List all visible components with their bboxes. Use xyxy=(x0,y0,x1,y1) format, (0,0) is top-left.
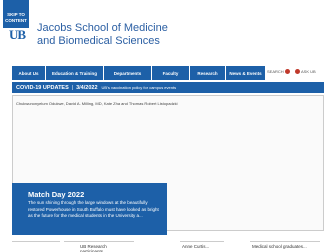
news-tile-research[interactable]: UB Research participants... xyxy=(78,241,134,252)
skip-label-1: SKIP TO xyxy=(7,12,25,17)
nav-news-events[interactable]: News & Events xyxy=(226,66,266,80)
nav-research[interactable]: Research xyxy=(190,66,226,80)
hero-caption: Chukwunonyelum Odukwe, David A. Milling,… xyxy=(16,101,178,106)
search-link[interactable]: SEARCH xyxy=(267,69,290,74)
ub-logo[interactable]: UB xyxy=(9,27,26,43)
ask-ub-icon xyxy=(295,69,300,74)
search-icon xyxy=(284,69,290,74)
skip-to-content-link[interactable]: SKIP TO CONTENT xyxy=(3,0,29,28)
alert-separator: | xyxy=(71,84,74,91)
school-name-line-2: and Biomedical Sciences xyxy=(37,35,160,47)
skip-label-2: CONTENT xyxy=(5,17,27,23)
alert-date: 3/4/2022 xyxy=(76,84,98,91)
covid-alert-bar: COVID-19 UPDATES | 3/4/2022 UB's vaccina… xyxy=(12,82,324,93)
news-tile-1[interactable] xyxy=(12,241,60,252)
ask-ub-link[interactable]: ASK UB xyxy=(295,69,316,74)
ask-ub-label: ASK UB xyxy=(301,69,316,74)
alert-title: COVID-19 UPDATES xyxy=(16,84,69,91)
nav-faculty[interactable]: Faculty xyxy=(152,66,190,80)
news-tile-anne-curtis[interactable]: Anne Curtis... xyxy=(180,241,224,252)
feature-title[interactable]: Match Day 2022 xyxy=(28,190,84,199)
nav-education-training[interactable]: Education & Training xyxy=(46,66,104,80)
school-name[interactable]: Jacobs School of Medicine and Biomedical… xyxy=(37,22,237,48)
search-label: SEARCH xyxy=(267,69,284,74)
news-tile-graduates[interactable]: Medical school graduates... xyxy=(250,241,320,252)
alert-message-link[interactable]: UB's vaccination policy for campus event… xyxy=(102,85,177,90)
news-tiles: UB Research participants... Anne Curtis.… xyxy=(12,237,336,252)
nav-about-us[interactable]: About Us xyxy=(12,66,46,80)
school-name-line-1: Jacobs School of Medicine xyxy=(37,22,168,34)
nav-departments[interactable]: Departments xyxy=(104,66,152,80)
feature-text: The sun shining through the large window… xyxy=(28,200,159,218)
